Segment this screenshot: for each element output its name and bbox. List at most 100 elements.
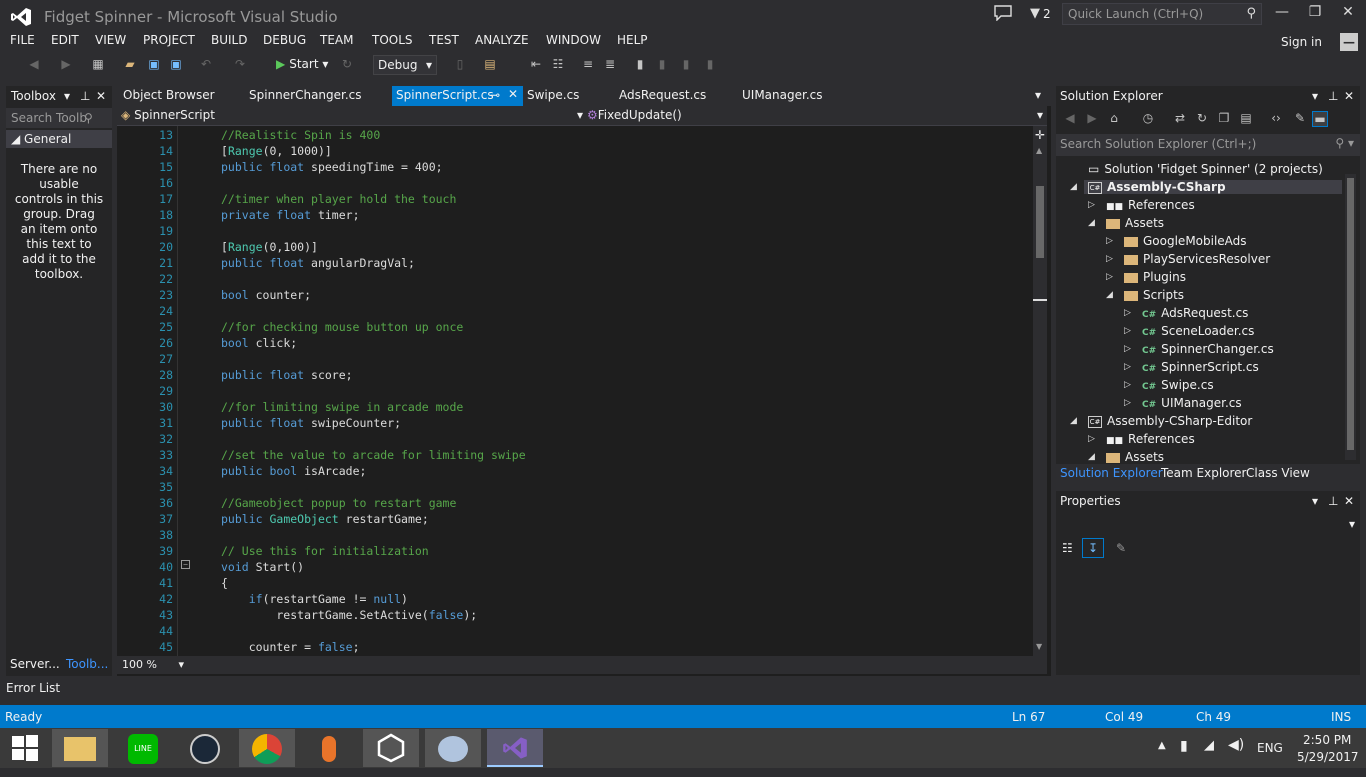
- tab-server-explorer[interactable]: Server...: [10, 657, 60, 671]
- scroll-down-icon[interactable]: ▼: [1036, 642, 1042, 651]
- dropdown-icon[interactable]: ▾: [1312, 89, 1318, 103]
- tree-item[interactable]: Plugins: [1124, 270, 1186, 284]
- tree-scroll-thumb[interactable]: [1347, 178, 1354, 450]
- categorized-icon[interactable]: ☷: [1062, 541, 1073, 555]
- collapsed-arrow-icon[interactable]: ▷: [1124, 344, 1131, 354]
- tree-item[interactable]: ■■ References: [1106, 198, 1195, 212]
- account-icon[interactable]: —: [1340, 33, 1358, 51]
- collapsed-arrow-icon[interactable]: ▷: [1124, 308, 1131, 318]
- next-bookmark-icon[interactable]: ▮: [678, 57, 694, 73]
- clear-bookmarks-icon[interactable]: ▮: [702, 57, 718, 73]
- alphabetical-icon[interactable]: ↧: [1082, 538, 1104, 558]
- tab-toolbox[interactable]: Toolb...: [66, 657, 108, 671]
- tree-item[interactable]: PlayServicesResolver: [1124, 252, 1270, 266]
- collapsed-arrow-icon[interactable]: ▷: [1106, 254, 1113, 264]
- volume-icon[interactable]: ◀): [1228, 737, 1244, 753]
- close-button[interactable]: ✕: [1338, 4, 1358, 24]
- split-icon[interactable]: ✛: [1035, 128, 1045, 142]
- expanded-arrow-icon[interactable]: ◢: [1106, 290, 1113, 300]
- step-icon[interactable]: ⇤: [528, 57, 544, 73]
- collapsed-arrow-icon[interactable]: ▷: [1088, 434, 1095, 444]
- pin-icon[interactable]: ⊥: [1328, 494, 1338, 508]
- microphone-app-icon[interactable]: [301, 729, 357, 767]
- navigate-back-icon[interactable]: ◀: [26, 57, 42, 73]
- unity-icon[interactable]: [363, 729, 419, 767]
- close-icon[interactable]: ✕: [1344, 494, 1354, 508]
- refresh-icon[interactable]: ↻: [1194, 111, 1210, 127]
- close-tab-icon[interactable]: ✕: [508, 87, 518, 101]
- tab-overflow-icon[interactable]: ▾: [1035, 88, 1041, 102]
- clock-time[interactable]: 2:50 PM: [1303, 733, 1351, 747]
- pin-icon[interactable]: ⊥: [1328, 89, 1338, 103]
- tab-swipe[interactable]: Swipe.cs: [527, 88, 579, 102]
- tree-item[interactable]: GoogleMobileAds: [1124, 234, 1247, 248]
- menu-tools[interactable]: TOOLS: [372, 33, 413, 47]
- tree-item[interactable]: ■■ References: [1106, 432, 1195, 446]
- sign-in-link[interactable]: Sign in: [1281, 35, 1322, 49]
- member-dropdown[interactable]: ⚙FixedUpdate() ▾: [587, 108, 1043, 124]
- vertical-scrollbar[interactable]: ✛ ▲ ▼: [1033, 126, 1047, 656]
- save-icon[interactable]: ▣: [146, 57, 162, 73]
- find-in-files-icon[interactable]: ▤: [482, 57, 498, 73]
- notification-icon[interactable]: [994, 5, 1012, 21]
- tab-class-view[interactable]: Class View: [1246, 466, 1310, 480]
- menu-window[interactable]: WINDOW: [546, 33, 601, 47]
- windows-start-icon[interactable]: [0, 729, 50, 767]
- tree-scrollbar[interactable]: [1345, 174, 1356, 460]
- collapsed-arrow-icon[interactable]: ▷: [1124, 380, 1131, 390]
- sync-icon[interactable]: ⇄: [1172, 111, 1188, 127]
- tree-item[interactable]: C# UIManager.cs: [1142, 396, 1242, 410]
- network-icon[interactable]: ◢: [1204, 738, 1214, 753]
- pin-icon[interactable]: ⊥: [80, 89, 90, 103]
- battery-icon[interactable]: ▮: [1180, 738, 1188, 754]
- tree-item[interactable]: C# SceneLoader.cs: [1142, 324, 1254, 338]
- collapse-all-icon[interactable]: ❐: [1216, 111, 1232, 127]
- undo-icon[interactable]: ↶: [198, 57, 214, 73]
- redo-icon[interactable]: ↷: [232, 57, 248, 73]
- collapsed-arrow-icon[interactable]: ▷: [1088, 200, 1095, 210]
- menu-help[interactable]: HELP: [617, 33, 648, 47]
- scroll-up-icon[interactable]: ▲: [1036, 146, 1042, 155]
- input-language[interactable]: ENG: [1257, 741, 1283, 755]
- tree-item[interactable]: ▭ Solution 'Fidget Spinner' (2 projects): [1088, 162, 1323, 176]
- tab-ui-manager[interactable]: UIManager.cs: [742, 88, 822, 102]
- line-app-icon[interactable]: LINE: [115, 729, 171, 767]
- show-all-files-icon[interactable]: ▤: [1238, 111, 1254, 127]
- property-pages-icon[interactable]: ✎: [1116, 541, 1126, 555]
- quick-launch-input[interactable]: Quick Launch (Ctrl+Q) ⚲: [1062, 3, 1262, 25]
- horizontal-scrollbar[interactable]: [117, 656, 1047, 674]
- menu-view[interactable]: VIEW: [95, 33, 126, 47]
- minimize-button[interactable]: —: [1272, 4, 1292, 24]
- tree-item[interactable]: C# SpinnerChanger.cs: [1142, 342, 1274, 356]
- back-icon[interactable]: ◀: [1062, 111, 1078, 127]
- expanded-arrow-icon[interactable]: ◢: [1070, 416, 1077, 426]
- view-code-icon[interactable]: ‹›: [1268, 111, 1284, 127]
- expanded-arrow-icon[interactable]: ◢: [1070, 182, 1077, 192]
- expanded-arrow-icon[interactable]: ◢: [1088, 218, 1095, 228]
- tab-solution-explorer[interactable]: Solution Explorer: [1060, 466, 1163, 480]
- tab-team-explorer[interactable]: Team Explorer: [1161, 466, 1247, 480]
- tree-item[interactable]: C# SpinnerScript.cs: [1142, 360, 1259, 374]
- menu-build[interactable]: BUILD: [211, 33, 247, 47]
- start-debugging-button[interactable]: ▶ Start ▾: [276, 57, 328, 77]
- tree-item[interactable]: C# AdsRequest.cs: [1142, 306, 1248, 320]
- file-explorer-icon[interactable]: [52, 729, 108, 767]
- object-select-icon[interactable]: ▾: [1349, 517, 1355, 531]
- close-icon[interactable]: ✕: [1344, 89, 1354, 103]
- device-icon[interactable]: ▯: [452, 57, 468, 73]
- steam-icon[interactable]: [177, 729, 233, 767]
- collapsed-arrow-icon[interactable]: ▷: [1124, 362, 1131, 372]
- toolbox-search-input[interactable]: Search Toolb ⚲: [6, 108, 112, 128]
- menu-team[interactable]: TEAM: [320, 33, 353, 47]
- menu-file[interactable]: FILE: [10, 33, 35, 47]
- tab-object-browser[interactable]: Object Browser: [123, 88, 215, 102]
- menu-test[interactable]: TEST: [429, 33, 459, 47]
- paint-app-icon[interactable]: [425, 729, 481, 767]
- comment-icon[interactable]: ≡: [580, 57, 596, 73]
- preview-icon[interactable]: ▬: [1312, 111, 1328, 127]
- feedback-flag-icon[interactable]: ▼: [1030, 6, 1040, 21]
- collapsed-arrow-icon[interactable]: ▷: [1106, 236, 1113, 246]
- refresh-icon[interactable]: ↻: [339, 57, 355, 73]
- collapsed-arrow-icon[interactable]: ▷: [1106, 272, 1113, 282]
- prev-bookmark-icon[interactable]: ▮: [654, 57, 670, 73]
